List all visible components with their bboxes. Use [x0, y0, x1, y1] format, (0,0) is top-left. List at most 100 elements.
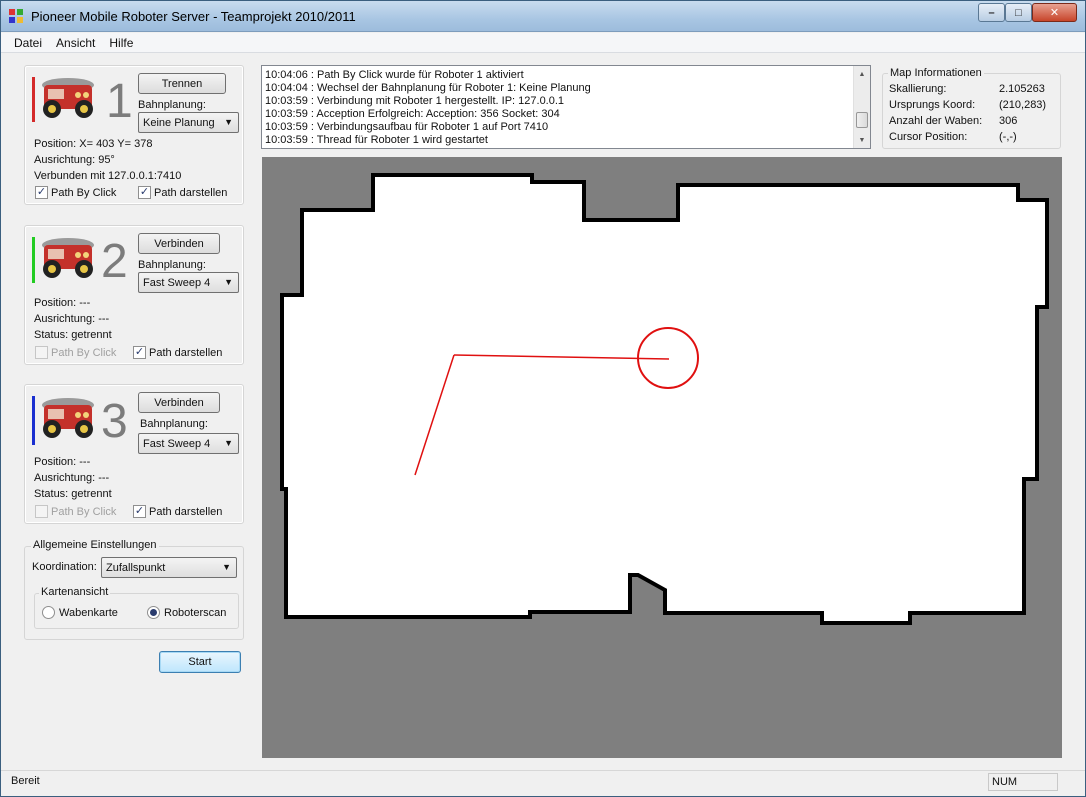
- anzahl-waben-value: 306: [999, 115, 1018, 127]
- map-info-group: Map Informationen Skallierung: 2.105263 …: [882, 67, 1061, 149]
- robot-icon: [42, 78, 94, 118]
- kartenansicht-group: Kartenansicht Wabenkarte Roboterscan: [34, 586, 239, 629]
- check-icon: ✓: [138, 186, 151, 199]
- koordination-select[interactable]: Zufallspunkt ▼: [101, 557, 237, 578]
- koordination-label: Koordination:: [32, 561, 97, 573]
- status-text: Bereit: [11, 775, 40, 787]
- position-text: Position: ---: [34, 456, 91, 468]
- robot-number: 1: [106, 75, 133, 128]
- map-info-legend: Map Informationen: [888, 67, 984, 79]
- log-list[interactable]: 10:04:06 : Path By Click wurde für Robot…: [261, 65, 871, 149]
- kartenansicht-legend: Kartenansicht: [39, 586, 111, 598]
- path-darstellen-label: Path darstellen: [149, 346, 223, 359]
- map-canvas[interactable]: [262, 157, 1062, 758]
- bahnplanung-select[interactable]: Keine Planung ▼: [138, 112, 239, 133]
- bahnplanung-value: Fast Sweep 4: [143, 437, 211, 450]
- status-bar: Bereit NUM: [1, 770, 1085, 796]
- robot-panel-2: 2 Verbinden Bahnplanung: Fast Sweep 4 ▼ …: [24, 225, 244, 365]
- path-by-click-label: Path By Click: [51, 346, 117, 359]
- bahnplanung-value: Fast Sweep 4: [143, 276, 211, 289]
- path-by-click-checkbox[interactable]: ✓ Path By Click: [35, 186, 116, 199]
- robot-panel-1: 1 Trennen Bahnplanung: Keine Planung ▼ P…: [24, 65, 244, 205]
- robot-panel-3: 3 Verbinden Bahnplanung: Fast Sweep 4 ▼ …: [24, 384, 244, 524]
- cursor-position-label: Cursor Position:: [889, 131, 968, 143]
- general-settings-legend: Allgemeine Einstellungen: [31, 539, 159, 551]
- bahnplanung-label: Bahnplanung:: [138, 259, 206, 271]
- checkbox-box: [35, 346, 48, 359]
- minimize-button[interactable]: –: [978, 3, 1005, 22]
- scroll-up-icon[interactable]: ▲: [854, 66, 870, 82]
- checkbox-box: [35, 505, 48, 518]
- path-darstellen-checkbox[interactable]: ✓ Path darstellen: [133, 505, 222, 518]
- close-button[interactable]: ✕: [1032, 3, 1077, 22]
- check-icon: ✓: [133, 505, 146, 518]
- ursprungs-koord-label: Ursprungs Koord:: [889, 99, 976, 111]
- num-lock-indicator: NUM: [988, 773, 1058, 791]
- path-darstellen-checkbox[interactable]: ✓ Path darstellen: [138, 186, 227, 199]
- bahnplanung-value: Keine Planung: [143, 116, 215, 129]
- trennen-button[interactable]: Trennen: [138, 73, 226, 94]
- robot-number: 2: [101, 235, 128, 288]
- log-scrollbar[interactable]: ▲ ▼: [853, 66, 870, 148]
- menu-bar: Datei Ansicht Hilfe: [1, 33, 1085, 53]
- main-window: Pioneer Mobile Roboter Server - Teamproj…: [0, 0, 1086, 797]
- position-text: Position: ---: [34, 297, 91, 309]
- anzahl-waben-label: Anzahl der Waben:: [889, 115, 983, 127]
- log-line: 10:03:59 : Verbindung mit Roboter 1 herg…: [265, 95, 565, 107]
- radio-circle: [42, 606, 55, 619]
- log-line: 10:04:04 : Wechsel der Bahnplanung für R…: [265, 82, 591, 94]
- check-icon: ✓: [35, 186, 48, 199]
- robot-color-bar: [32, 77, 35, 122]
- general-settings-group: Allgemeine Einstellungen Koordination: Z…: [24, 539, 244, 640]
- scroll-thumb[interactable]: [856, 112, 868, 128]
- bahnplanung-label: Bahnplanung:: [138, 99, 206, 111]
- explored-area: [280, 173, 1049, 625]
- wabenkarte-radio[interactable]: Wabenkarte: [42, 606, 118, 619]
- path-by-click-label: Path By Click: [51, 186, 117, 199]
- robot-icon: [42, 398, 94, 438]
- log-line: 10:03:59 : Thread für Roboter 1 wird ges…: [265, 134, 488, 146]
- window-title: Pioneer Mobile Roboter Server - Teamproj…: [31, 9, 356, 24]
- ausrichtung-text: Ausrichtung: ---: [34, 472, 110, 484]
- roboterscan-label: Roboterscan: [164, 606, 227, 619]
- roboterscan-radio[interactable]: Roboterscan: [147, 606, 226, 619]
- check-icon: ✓: [133, 346, 146, 359]
- menu-datei[interactable]: Datei: [7, 36, 49, 50]
- connection-status-text: Verbunden mit 127.0.0.1:7410: [34, 170, 182, 182]
- verbinden-button[interactable]: Verbinden: [138, 392, 220, 413]
- ausrichtung-text: Ausrichtung: ---: [34, 313, 110, 325]
- robot-icon: [42, 238, 94, 278]
- bahnplanung-label: Bahnplanung:: [140, 418, 208, 430]
- robot-color-bar: [32, 237, 35, 283]
- skallierung-label: Skallierung:: [889, 83, 947, 95]
- verbinden-button[interactable]: Verbinden: [138, 233, 220, 254]
- position-text: Position: X= 403 Y= 378: [34, 138, 153, 150]
- skallierung-value: 2.105263: [999, 83, 1045, 95]
- chevron-down-icon: ▼: [224, 438, 233, 448]
- path-by-click-checkbox[interactable]: Path By Click: [35, 505, 116, 518]
- robot-number: 3: [101, 395, 128, 448]
- koordination-value: Zufallspunkt: [106, 561, 166, 574]
- bahnplanung-select[interactable]: Fast Sweep 4 ▼: [138, 272, 239, 293]
- path-by-click-checkbox[interactable]: Path By Click: [35, 346, 116, 359]
- bahnplanung-select[interactable]: Fast Sweep 4 ▼: [138, 433, 239, 454]
- chevron-down-icon: ▼: [224, 117, 233, 127]
- path-darstellen-checkbox[interactable]: ✓ Path darstellen: [133, 346, 222, 359]
- cursor-position-value: (-,-): [999, 131, 1017, 143]
- radio-circle-selected: [147, 606, 160, 619]
- ausrichtung-text: Ausrichtung: 95°: [34, 154, 115, 166]
- robot-color-bar: [32, 396, 35, 445]
- log-line: 10:03:59 : Verbindungsaufbau für Roboter…: [265, 121, 549, 133]
- connection-status-text: Status: getrennt: [34, 329, 112, 341]
- chevron-down-icon: ▼: [222, 562, 231, 572]
- path-darstellen-label: Path darstellen: [154, 186, 228, 199]
- scroll-down-icon[interactable]: ▼: [854, 132, 870, 148]
- map-drawing: [280, 173, 1049, 625]
- maximize-button[interactable]: □: [1005, 3, 1032, 22]
- menu-ansicht[interactable]: Ansicht: [49, 36, 102, 50]
- path-darstellen-label: Path darstellen: [149, 505, 223, 518]
- log-line: 10:04:06 : Path By Click wurde für Robot…: [265, 69, 524, 81]
- menu-hilfe[interactable]: Hilfe: [102, 36, 140, 50]
- title-bar[interactable]: Pioneer Mobile Roboter Server - Teamproj…: [1, 1, 1085, 32]
- start-button[interactable]: Start: [159, 651, 241, 673]
